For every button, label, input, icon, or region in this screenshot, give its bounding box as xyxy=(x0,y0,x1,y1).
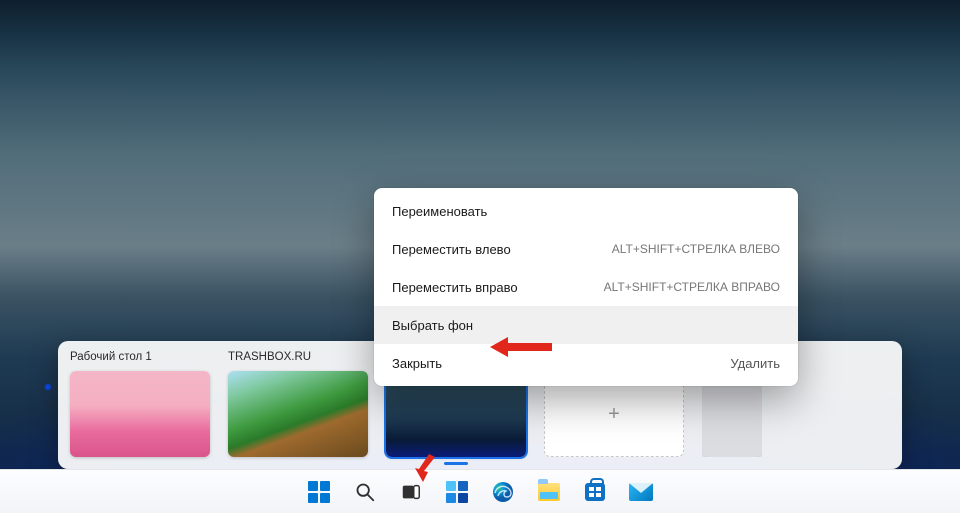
windows-logo-icon xyxy=(307,480,331,504)
virtual-desktop-2[interactable]: TRASHBOX.RU xyxy=(228,351,368,457)
menu-shortcut: ALT+SHIFT+СТРЕЛКА ВПРАВО xyxy=(604,280,780,294)
menu-shortcut: ALT+SHIFT+СТРЕЛКА ВЛЕВО xyxy=(612,242,780,256)
menu-label: Выбрать фон xyxy=(392,318,473,333)
menu-label: Переименовать xyxy=(392,204,487,219)
mail-icon xyxy=(629,480,653,504)
microsoft-store-button[interactable] xyxy=(575,472,615,512)
menu-item-move-left[interactable]: Переместить влево ALT+SHIFT+СТРЕЛКА ВЛЕВ… xyxy=(374,230,798,268)
menu-item-close[interactable]: Закрыть Удалить xyxy=(374,344,798,382)
menu-secondary: Удалить xyxy=(730,356,780,371)
menu-item-choose-background[interactable]: Выбрать фон xyxy=(374,306,798,344)
store-icon xyxy=(583,480,607,504)
taskbar xyxy=(0,469,960,513)
menu-item-rename[interactable]: Переименовать xyxy=(374,192,798,230)
menu-label: Переместить вправо xyxy=(392,280,518,295)
edge-icon xyxy=(491,480,515,504)
menu-label: Закрыть xyxy=(392,356,442,371)
file-explorer-button[interactable] xyxy=(529,472,569,512)
widgets-icon xyxy=(445,480,469,504)
menu-label: Переместить влево xyxy=(392,242,511,257)
edge-button[interactable] xyxy=(483,472,523,512)
desktop-thumbnail[interactable] xyxy=(228,371,368,457)
mail-button[interactable] xyxy=(621,472,661,512)
menu-item-move-right[interactable]: Переместить вправо ALT+SHIFT+СТРЕЛКА ВПР… xyxy=(374,268,798,306)
desktop-context-menu: Переименовать Переместить влево ALT+SHIF… xyxy=(374,188,798,386)
desktop-thumbnail[interactable] xyxy=(70,371,210,457)
start-button[interactable] xyxy=(299,472,339,512)
desktop-label: Рабочий стол 1 xyxy=(70,351,210,369)
task-view-button[interactable] xyxy=(391,472,431,512)
folder-icon xyxy=(537,480,561,504)
search-icon xyxy=(353,480,377,504)
plus-icon: + xyxy=(608,403,620,426)
virtual-desktop-1[interactable]: Рабочий стол 1 xyxy=(70,351,210,457)
search-button[interactable] xyxy=(345,472,385,512)
desktop-label: TRASHBOX.RU xyxy=(228,351,368,369)
task-view-icon xyxy=(399,480,423,504)
widgets-button[interactable] xyxy=(437,472,477,512)
